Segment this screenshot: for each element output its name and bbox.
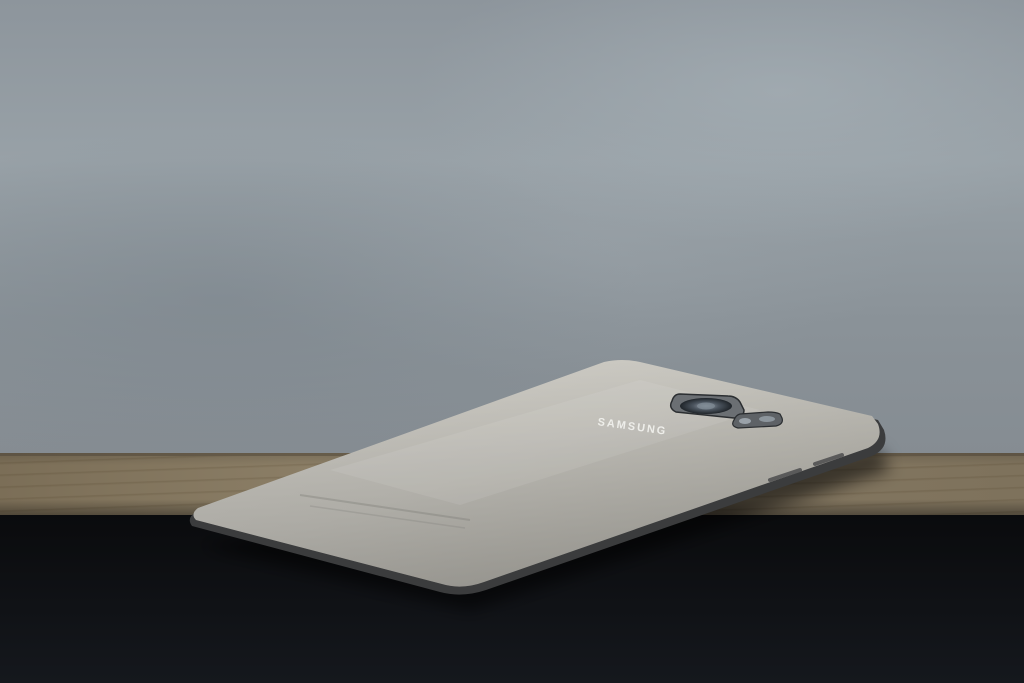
smartphone: SAMSUNG <box>189 360 890 610</box>
heart-rate-sensor-icon <box>759 416 775 422</box>
flash-module <box>732 411 783 429</box>
flash-led-icon <box>739 418 751 424</box>
photo-scene: SAMSUNG <box>0 0 1024 683</box>
